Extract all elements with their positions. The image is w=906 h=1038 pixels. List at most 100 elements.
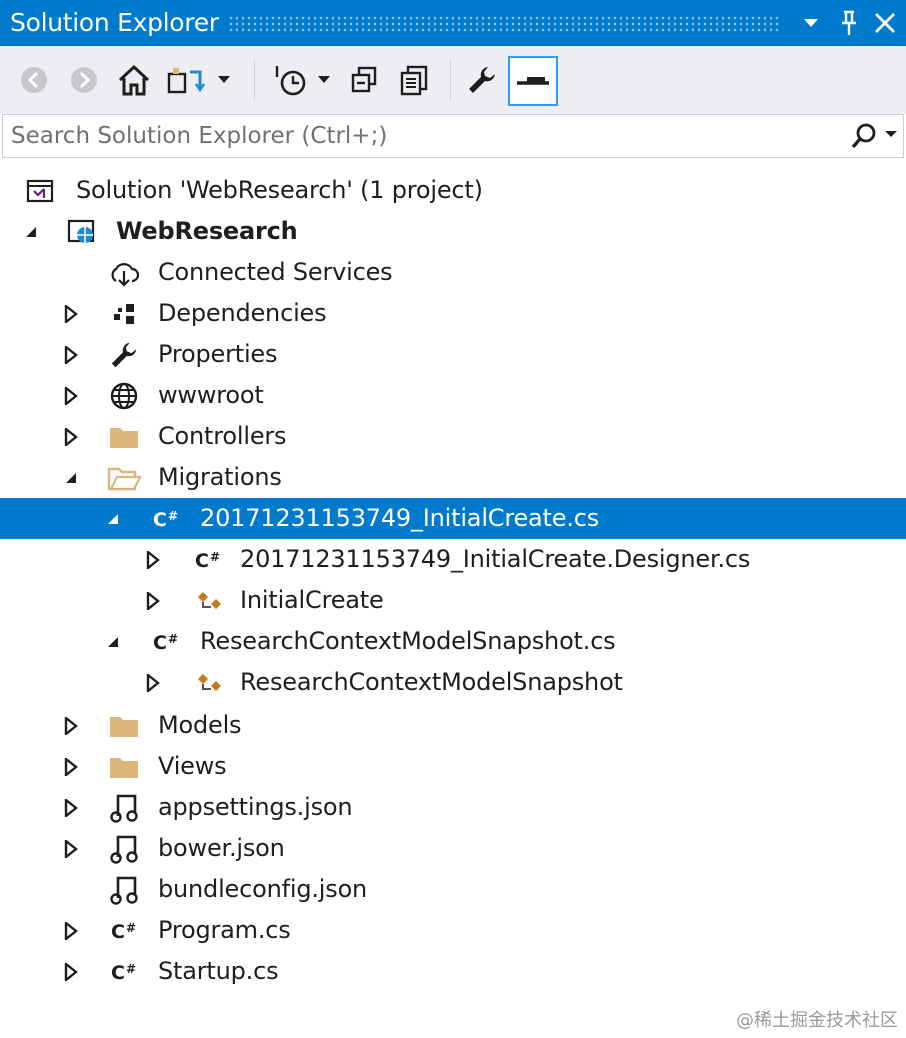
- collapsed-arrow-icon[interactable]: [56, 705, 86, 746]
- svg-text:C: C: [153, 632, 167, 653]
- search-input[interactable]: [11, 119, 831, 153]
- collapsed-arrow-icon[interactable]: [56, 787, 86, 828]
- title-bar-grip[interactable]: [228, 15, 781, 33]
- svg-text:C: C: [111, 921, 125, 942]
- collapsed-arrow-icon[interactable]: [56, 293, 86, 334]
- properties-wrench-icon[interactable]: [462, 60, 502, 100]
- window-title: Solution Explorer: [10, 8, 219, 37]
- tree-item-bundleconfig[interactable]: bundleconfig.json: [0, 869, 906, 910]
- watermark: @稀土掘金技术社区: [736, 1010, 898, 1031]
- open-folder-icon: [106, 457, 142, 498]
- collapsed-arrow-icon[interactable]: [56, 951, 86, 992]
- expanded-arrow-icon[interactable]: [56, 457, 86, 498]
- json-file-icon: [106, 869, 142, 910]
- tree-item-wwwroot[interactable]: wwwroot: [0, 375, 906, 416]
- tree-item-project[interactable]: WebResearch: [0, 211, 906, 252]
- tree-item-dependencies[interactable]: Dependencies: [0, 293, 906, 334]
- tree-item-connected-services[interactable]: Connected Services: [0, 252, 906, 293]
- collapsed-arrow-icon[interactable]: [138, 580, 168, 621]
- csharp-file-icon: C #: [108, 910, 144, 951]
- csharp-file-icon: C #: [150, 498, 186, 539]
- svg-text:C: C: [111, 962, 125, 983]
- tree-item-label: Startup.cs: [158, 957, 279, 985]
- expanded-arrow-icon[interactable]: [98, 498, 128, 539]
- tree-item-label: bundleconfig.json: [158, 875, 368, 903]
- tree-item-bower[interactable]: bower.json: [0, 828, 906, 869]
- solution-explorer-toolbar: [0, 46, 906, 114]
- preview-selected-items-icon[interactable]: [508, 56, 558, 106]
- csharp-file-icon: C #: [108, 951, 144, 992]
- collapsed-arrow-icon[interactable]: [56, 334, 86, 375]
- solution-icon: [22, 170, 58, 211]
- switch-views-dropdown-icon[interactable]: [212, 60, 236, 100]
- json-file-icon: [106, 787, 142, 828]
- csharp-file-icon: C #: [192, 539, 228, 580]
- globe-icon: [106, 375, 142, 416]
- tree-item-label: bower.json: [158, 834, 285, 862]
- tree-item-snapshot-cs[interactable]: C # ResearchContextModelSnapshot.cs: [0, 621, 906, 662]
- toolbar-separator: [254, 60, 255, 100]
- tree-item-initial-create-designer[interactable]: C # 20171231153749_InitialCreate.Designer…: [0, 539, 906, 580]
- pin-icon[interactable]: [832, 6, 866, 40]
- tree-item-label: Migrations: [158, 463, 282, 491]
- collapsed-arrow-icon[interactable]: [56, 910, 86, 951]
- folder-icon: [106, 746, 142, 787]
- tree-item-label: WebResearch: [116, 217, 298, 245]
- toolbar-separator: [450, 60, 451, 100]
- collapsed-arrow-icon[interactable]: [56, 746, 86, 787]
- tree-item-label: Models: [158, 711, 242, 739]
- tree-item-label: 20171231153749_InitialCreate.Designer.cs: [240, 545, 751, 573]
- tree-item-initial-create-cs[interactable]: C # 20171231153749_InitialCreate.cs: [0, 498, 906, 539]
- switch-views-icon[interactable]: [166, 60, 206, 100]
- wrench-icon: [106, 334, 142, 375]
- close-icon[interactable]: [868, 6, 902, 40]
- svg-text:#: #: [210, 550, 220, 564]
- collapsed-arrow-icon[interactable]: [56, 375, 86, 416]
- svg-text:#: #: [168, 509, 178, 523]
- collapsed-arrow-icon[interactable]: [138, 662, 168, 703]
- filter-dropdown-icon[interactable]: [312, 60, 336, 100]
- tree-item-label: appsettings.json: [158, 793, 353, 821]
- back-icon[interactable]: [14, 60, 54, 100]
- tree-item-label: 20171231153749_InitialCreate.cs: [200, 504, 600, 532]
- title-bar: Solution Explorer: [0, 0, 906, 46]
- tree-item-initial-create-class[interactable]: InitialCreate: [0, 580, 906, 621]
- show-all-files-icon[interactable]: [394, 60, 434, 100]
- web-project-icon: [64, 211, 100, 252]
- tree-item-properties[interactable]: Properties: [0, 334, 906, 375]
- expanded-arrow-icon[interactable]: [98, 621, 128, 662]
- tree-item-label: Properties: [158, 340, 278, 368]
- tree-item-startup[interactable]: C # Startup.cs: [0, 951, 906, 992]
- collapsed-arrow-icon[interactable]: [138, 539, 168, 580]
- collapsed-arrow-icon[interactable]: [56, 416, 86, 457]
- tree-item-program[interactable]: C # Program.cs: [0, 910, 906, 951]
- collapse-all-icon[interactable]: [344, 60, 384, 100]
- tree-item-label: Connected Services: [158, 258, 393, 286]
- tree-item-snapshot-class[interactable]: ResearchContextModelSnapshot: [0, 662, 906, 703]
- tree-item-controllers[interactable]: Controllers: [0, 416, 906, 457]
- expanded-arrow-icon[interactable]: [16, 211, 46, 252]
- tree-item-label: Dependencies: [158, 299, 327, 327]
- search-icon[interactable]: [847, 121, 897, 151]
- tree-item-label: ResearchContextModelSnapshot: [240, 668, 623, 696]
- csharp-file-icon: C #: [150, 621, 186, 662]
- tree-item-appsettings[interactable]: appsettings.json: [0, 787, 906, 828]
- tree-item-migrations[interactable]: Migrations: [0, 457, 906, 498]
- tree-item-solution[interactable]: Solution 'WebResearch' (1 project): [0, 170, 906, 211]
- tree-item-label: Solution 'WebResearch' (1 project): [76, 176, 483, 204]
- dependencies-icon: [106, 293, 142, 334]
- pending-changes-filter-icon[interactable]: [270, 60, 310, 100]
- forward-icon[interactable]: [64, 60, 104, 100]
- class-icon: [192, 662, 228, 703]
- tree-item-label: InitialCreate: [240, 586, 384, 614]
- home-icon[interactable]: [114, 60, 154, 100]
- json-file-icon: [106, 828, 142, 869]
- window-options-dropdown-icon[interactable]: [794, 6, 828, 40]
- svg-text:#: #: [126, 962, 136, 976]
- tree-item-views[interactable]: Views: [0, 746, 906, 787]
- search-box: [2, 114, 904, 158]
- tree-item-label: Program.cs: [158, 916, 291, 944]
- collapsed-arrow-icon[interactable]: [56, 828, 86, 869]
- svg-text:C: C: [195, 550, 209, 571]
- tree-item-models[interactable]: Models: [0, 705, 906, 746]
